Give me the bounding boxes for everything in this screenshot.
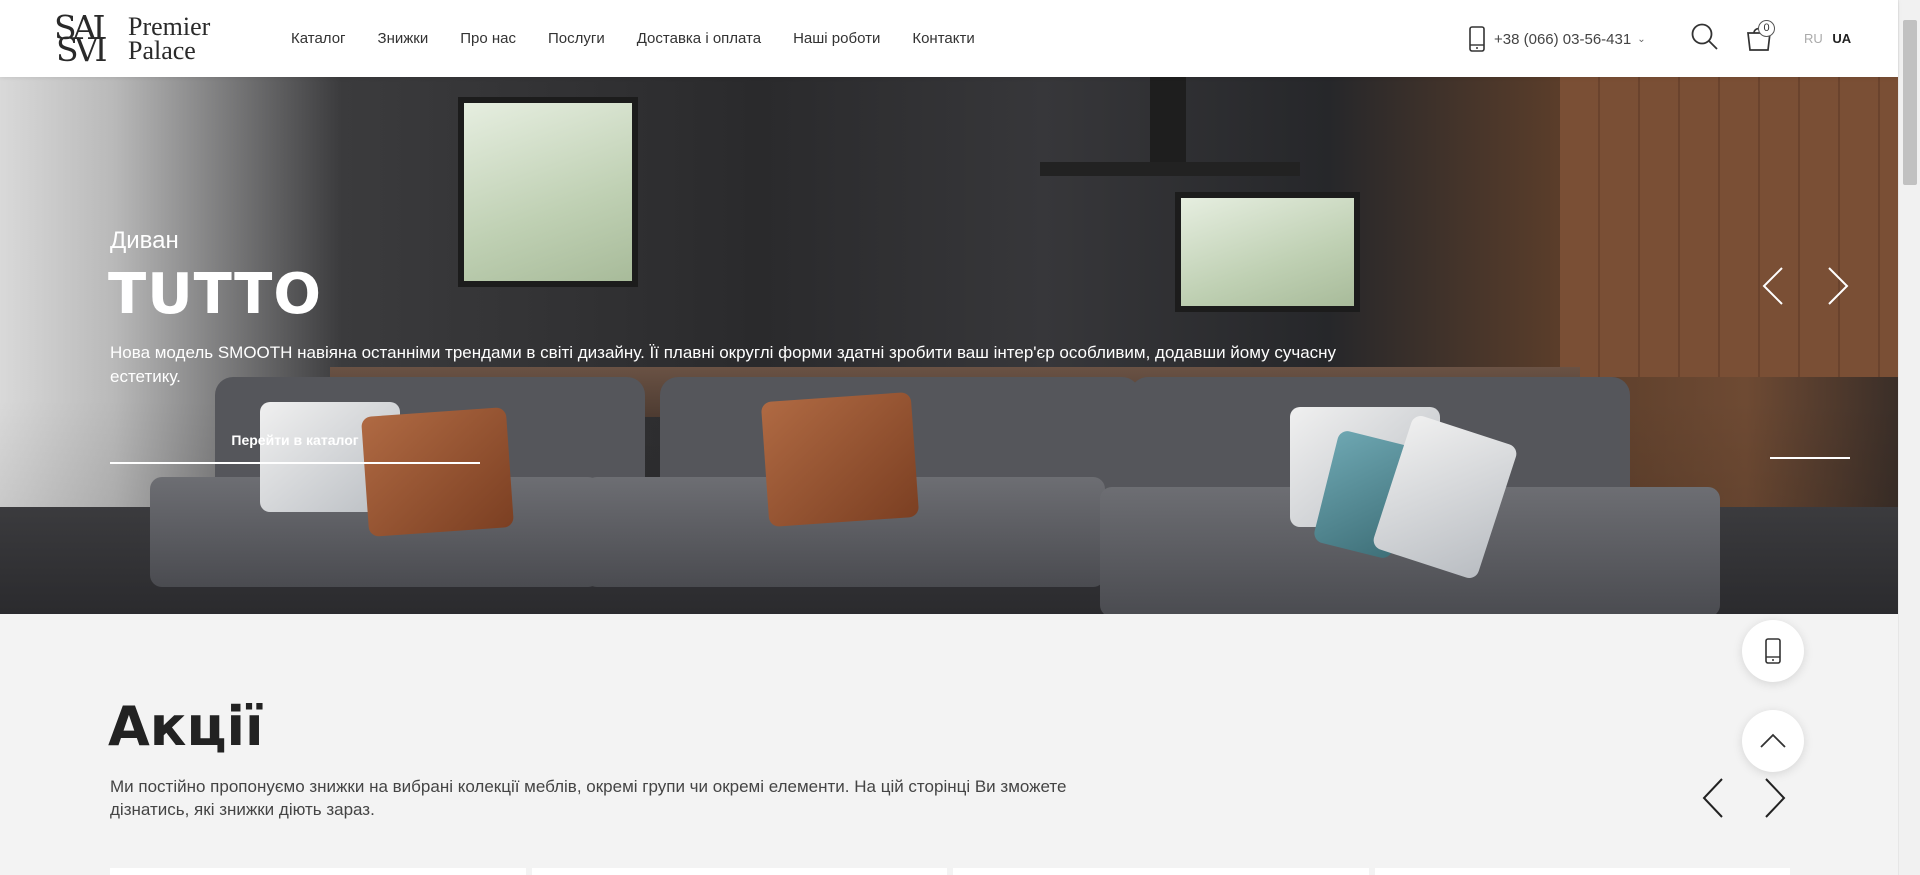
site-header: SAI SVI Premier Palace Каталог Знижки Пр… [0, 0, 1898, 77]
hero-description: Нова модель SMOOTH навіяна останніми тре… [110, 343, 1337, 386]
nav-item-contacts[interactable]: Контакти [912, 30, 974, 47]
scrollbar-thumb[interactable] [1903, 20, 1917, 185]
language-switcher: RU UA [1804, 31, 1851, 46]
chevron-down-icon: ⌄ [1637, 33, 1646, 45]
chevron-left-icon [1762, 267, 1783, 305]
promo-next-button[interactable] [1760, 776, 1790, 820]
promo-card[interactable] [531, 868, 947, 875]
cart-button[interactable]: 0 [1744, 20, 1775, 52]
hero-slider: Диван TUTTO Нова модель SMOOTH навіяна о… [0, 77, 1898, 614]
nav-item-discounts[interactable]: Знижки [378, 30, 429, 47]
promo-card[interactable] [1374, 868, 1790, 875]
logo-text: Premier Palace [128, 14, 210, 65]
lang-ua[interactable]: UA [1832, 31, 1851, 46]
promo-cards-row [110, 868, 1790, 875]
search-icon [1691, 23, 1718, 50]
phone-dropdown[interactable]: +38 (066) 03-56-431 ⌄ [1468, 26, 1646, 52]
chevron-right-icon [1828, 267, 1849, 305]
callback-button[interactable] [1742, 620, 1804, 682]
nav-item-services[interactable]: Послуги [548, 30, 605, 47]
scroll-to-top-button[interactable] [1742, 710, 1804, 772]
nav-item-about[interactable]: Про нас [460, 30, 516, 47]
logo-monogram: SAI SVI [54, 8, 126, 69]
nav-item-delivery[interactable]: Доставка і оплата [637, 30, 761, 47]
promo-section-description: Ми постійно пропонуємо знижки на вибрані… [110, 777, 1067, 819]
hero-title: TUTTO [108, 262, 322, 327]
chevron-left-icon [1702, 778, 1723, 818]
logo-line-2: Palace [128, 36, 196, 65]
promo-card[interactable] [953, 868, 1369, 875]
hero-next-button[interactable] [1823, 265, 1853, 307]
hero-prev-button[interactable] [1758, 265, 1788, 307]
search-button[interactable] [1690, 22, 1720, 52]
lang-ru[interactable]: RU [1804, 31, 1823, 46]
chevron-up-icon [1760, 733, 1786, 748]
chevron-right-icon [1765, 778, 1786, 818]
promo-prev-button[interactable] [1698, 776, 1728, 820]
nav-item-works[interactable]: Наші роботи [793, 30, 880, 47]
cart-count-badge: 0 [1758, 20, 1775, 37]
hero-slide-indicator [1770, 457, 1850, 459]
go-to-catalog-button[interactable]: Перейти в каталог [110, 420, 480, 464]
phone-icon [1469, 26, 1485, 52]
logo-monogram-bottom: SVI [56, 30, 108, 69]
promo-section-title: Акції [108, 695, 264, 758]
hero-subtitle: Диван [110, 227, 179, 254]
nav-item-catalog[interactable]: Каталог [291, 30, 346, 47]
phone-number: +38 (066) 03-56-431 [1494, 30, 1632, 48]
page-scrollbar[interactable] [1898, 0, 1920, 875]
promo-card[interactable] [110, 868, 526, 875]
main-nav: Каталог Знижки Про нас Послуги Доставка … [291, 0, 1007, 77]
logo[interactable]: SAI SVI Premier Palace [54, 8, 240, 69]
phone-icon [1765, 638, 1781, 664]
